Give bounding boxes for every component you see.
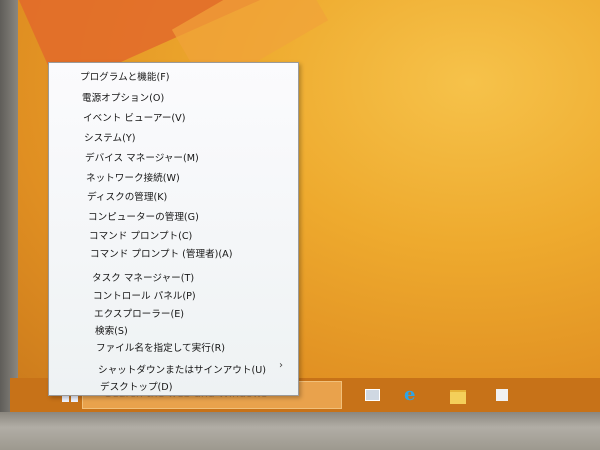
menu-item-shutdown-signout[interactable]: シャットダウンまたはサインアウト(U) › — [49, 360, 298, 378]
store-icon[interactable] — [493, 386, 511, 402]
menu-item-programs-features[interactable]: プログラムと機能(F) — [49, 67, 298, 85]
menu-item-run[interactable]: ファイル名を指定して実行(R) — [49, 338, 298, 356]
chevron-right-icon: › — [279, 360, 283, 371]
monitor-bezel-bottom — [0, 412, 600, 450]
menu-item-command-prompt[interactable]: コマンド プロンプト(C) — [49, 226, 298, 244]
menu-item-system[interactable]: システム(Y) — [49, 128, 298, 146]
quick-link-menu: プログラムと機能(F) 電源オプション(O) イベント ビューアー(V) システ… — [48, 62, 299, 396]
file-explorer-icon[interactable] — [449, 386, 467, 404]
menu-item-desktop[interactable]: デスクトップ(D) — [49, 377, 298, 395]
menu-item-task-manager[interactable]: タスク マネージャー(T) — [49, 268, 298, 286]
menu-item-event-viewer[interactable]: イベント ビューアー(V) — [49, 108, 298, 126]
menu-item-disk-management[interactable]: ディスクの管理(K) — [49, 187, 298, 205]
menu-item-power-options[interactable]: 電源オプション(O) — [49, 88, 298, 106]
menu-item-network-connections[interactable]: ネットワーク接続(W) — [49, 168, 298, 186]
menu-item-command-prompt-admin[interactable]: コマンド プロンプト (管理者)(A) — [49, 244, 298, 262]
menu-item-control-panel[interactable]: コントロール パネル(P) — [49, 286, 298, 304]
menu-item-file-explorer[interactable]: エクスプローラー(E) — [49, 304, 298, 322]
internet-explorer-icon[interactable]: e — [404, 384, 422, 405]
menu-item-computer-management[interactable]: コンピューターの管理(G) — [49, 207, 298, 225]
menu-item-search[interactable]: 検索(S) — [49, 321, 298, 339]
task-view-icon[interactable] — [362, 386, 380, 402]
menu-item-device-manager[interactable]: デバイス マネージャー(M) — [49, 148, 298, 166]
